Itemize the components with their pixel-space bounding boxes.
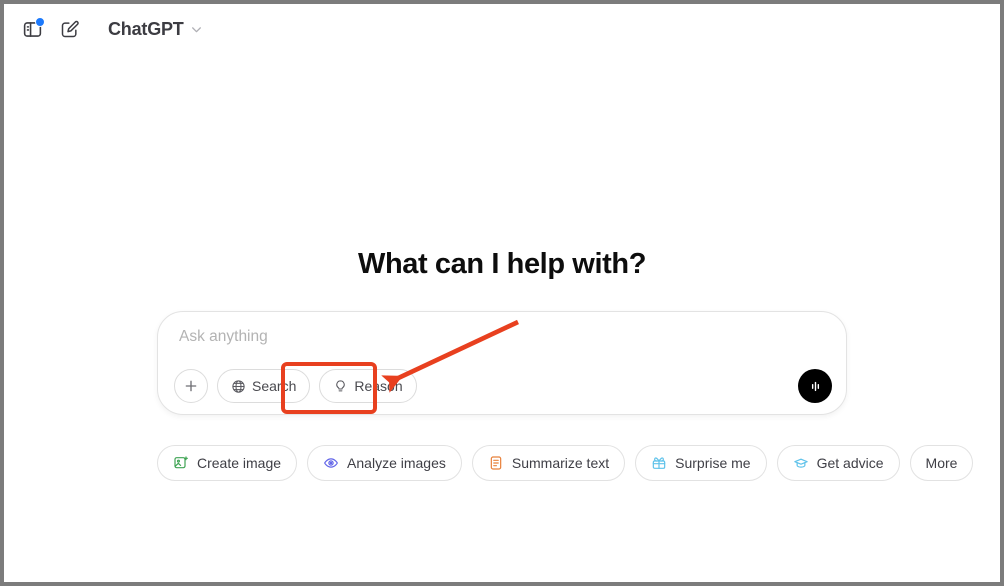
composer-toolbar: Search Reason [174, 369, 417, 403]
chip-summarize-text[interactable]: Summarize text [471, 445, 626, 481]
chip-analyze-images[interactable]: Analyze images [307, 445, 462, 481]
document-icon [488, 455, 504, 471]
page-title: What can I help with? [357, 248, 647, 280]
top-bar: ChatGPT [4, 4, 1000, 54]
reason-tool-button[interactable]: Reason [319, 369, 417, 403]
eye-icon [323, 455, 339, 471]
plus-icon [185, 380, 197, 392]
chip-label: Create image [197, 455, 282, 471]
new-chat-button[interactable] [54, 13, 86, 45]
voice-waveform-icon [811, 381, 819, 391]
suggestion-chips: Create image Analyze images Summarize te… [157, 445, 974, 481]
notification-dot [35, 17, 45, 27]
hero-section: What can I help with? [4, 248, 1000, 281]
chip-label: Analyze images [347, 455, 446, 471]
attach-add-button[interactable] [174, 369, 208, 403]
compose-pencil-icon [61, 20, 79, 38]
sidebar-toggle-button[interactable] [16, 13, 48, 45]
app-window: ChatGPT What can I help with? Ask anythi… [4, 4, 1000, 582]
lightbulb-icon [336, 379, 346, 391]
chip-create-image[interactable]: Create image [157, 445, 298, 481]
search-tool-button[interactable]: Search [217, 369, 311, 403]
globe-icon [232, 379, 245, 393]
reason-tool-label: Reason [354, 378, 403, 394]
chip-label: Get advice [816, 455, 884, 471]
image-icon [173, 455, 189, 471]
chip-label: Summarize text [511, 455, 610, 471]
chip-label: More [925, 455, 958, 471]
prompt-input[interactable]: Ask anything [179, 328, 268, 346]
graduation-cap-icon [793, 455, 809, 471]
chip-label: Surprise me [675, 455, 751, 471]
voice-mode-button[interactable] [798, 369, 832, 403]
chip-get-advice[interactable]: Get advice [776, 445, 900, 481]
model-selector[interactable]: ChatGPT [100, 15, 211, 44]
composer[interactable]: Ask anything Search Reason [157, 311, 847, 415]
model-name-label: ChatGPT [108, 18, 184, 39]
search-tool-label: Search [252, 378, 297, 394]
chip-surprise-me[interactable]: Surprise me [635, 445, 767, 481]
annotation-arrow [381, 319, 519, 393]
gift-icon [651, 455, 667, 471]
chevron-down-icon [191, 26, 201, 32]
chip-more[interactable]: More [909, 445, 974, 481]
